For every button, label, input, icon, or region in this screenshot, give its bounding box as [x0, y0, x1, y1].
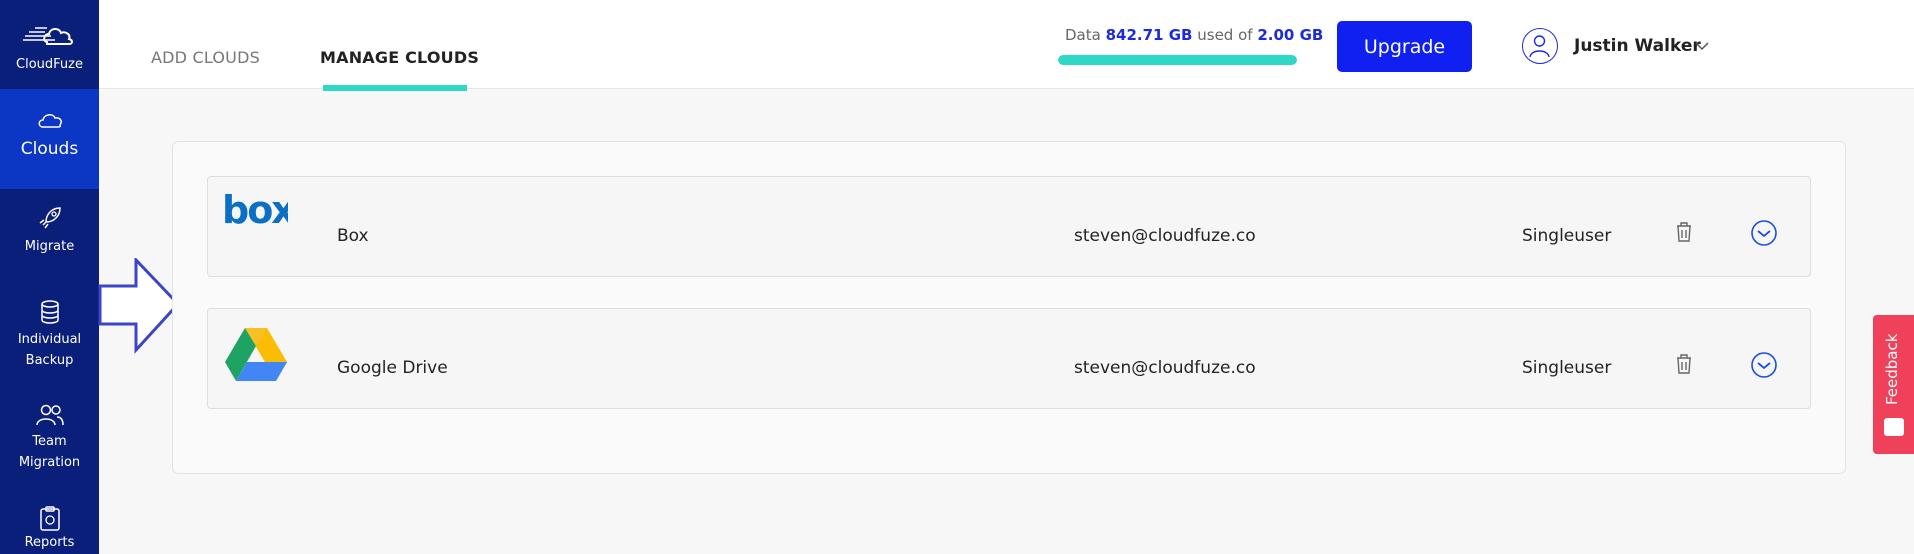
svg-text:box: box	[222, 191, 288, 229]
cloud-email: steven@cloudfuze.co	[1074, 226, 1256, 246]
clipboard-icon	[39, 506, 60, 531]
box-logo: box	[222, 191, 288, 229]
sidebar-item-individual-backup[interactable]: Individual Backup	[0, 299, 99, 379]
sidebar-item-reports[interactable]: Reports	[0, 506, 99, 554]
chevron-down-circle-icon[interactable]	[1750, 351, 1778, 379]
sidebar-item-label: Reports	[24, 535, 75, 550]
cloud-user-type: Singleuser	[1522, 358, 1612, 378]
trash-icon[interactable]	[1675, 221, 1693, 243]
rocket-icon	[39, 207, 61, 229]
brand-name: CloudFuze	[16, 57, 83, 72]
sidebar-item-label: Migrate	[24, 239, 75, 254]
usage-progress-bar	[1058, 55, 1297, 65]
usage-total: 2.00 GB	[1257, 26, 1324, 44]
user-name[interactable]: Justin Walker	[1574, 36, 1701, 56]
cloud-row[interactable]: Google Drive steven@cloudfuze.co Singleu…	[207, 308, 1811, 409]
sidebar-item-label: Clouds	[20, 139, 79, 159]
sidebar: CloudFuze Clouds Migrate Individual Back…	[0, 0, 99, 554]
usage-middle: used of	[1197, 26, 1253, 44]
cloud-name: Box	[337, 226, 369, 246]
usage-prefix: Data	[1065, 26, 1101, 44]
cloudfuze-logo-icon	[23, 27, 73, 45]
sidebar-item-clouds[interactable]: Clouds	[0, 89, 99, 189]
chevron-down-circle-icon[interactable]	[1750, 219, 1778, 247]
trash-icon[interactable]	[1675, 353, 1693, 375]
database-icon	[40, 300, 59, 324]
top-header: ADD CLOUDS MANAGE CLOUDS Data 842.71 GB …	[99, 0, 1914, 91]
sidebar-item-label: Team Migration	[18, 434, 81, 470]
upgrade-button[interactable]: Upgrade	[1337, 21, 1472, 72]
cloud-user-type: Singleuser	[1522, 226, 1612, 246]
active-tab-indicator	[323, 85, 467, 91]
app-root: CloudFuze Clouds Migrate Individual Back…	[0, 0, 1914, 554]
brand-logo[interactable]: CloudFuze	[0, 0, 99, 89]
feedback-label: Feedback	[1883, 333, 1901, 405]
data-usage-text: Data 842.71 GB used of 2.00 GB	[1065, 26, 1323, 44]
cloud-row[interactable]: box Box steven@cloudfuze.co Singleuser	[207, 176, 1811, 277]
avatar[interactable]	[1522, 28, 1558, 64]
cloud-name: Google Drive	[337, 358, 448, 378]
feedback-face-icon	[1884, 418, 1904, 436]
pointer-arrow-icon	[98, 258, 181, 354]
feedback-tab[interactable]: Feedback	[1873, 315, 1914, 454]
chevron-down-icon[interactable]	[1695, 42, 1709, 51]
clouds-card: box Box steven@cloudfuze.co Singleuser G…	[172, 141, 1846, 474]
cloud-icon	[38, 114, 62, 128]
user-icon	[1529, 35, 1550, 58]
usage-progress-fill	[1058, 55, 1297, 65]
sidebar-item-label: Individual Backup	[17, 332, 82, 368]
sidebar-item-team-migration[interactable]: Team Migration	[0, 403, 99, 483]
cloud-email: steven@cloudfuze.co	[1074, 358, 1256, 378]
sidebar-item-migrate[interactable]: Migrate	[0, 204, 99, 284]
tab-add-clouds[interactable]: ADD CLOUDS	[151, 48, 260, 67]
google-drive-logo	[225, 328, 287, 381]
tab-manage-clouds[interactable]: MANAGE CLOUDS	[320, 48, 479, 67]
users-icon	[35, 404, 64, 426]
usage-used: 842.71 GB	[1105, 26, 1193, 44]
